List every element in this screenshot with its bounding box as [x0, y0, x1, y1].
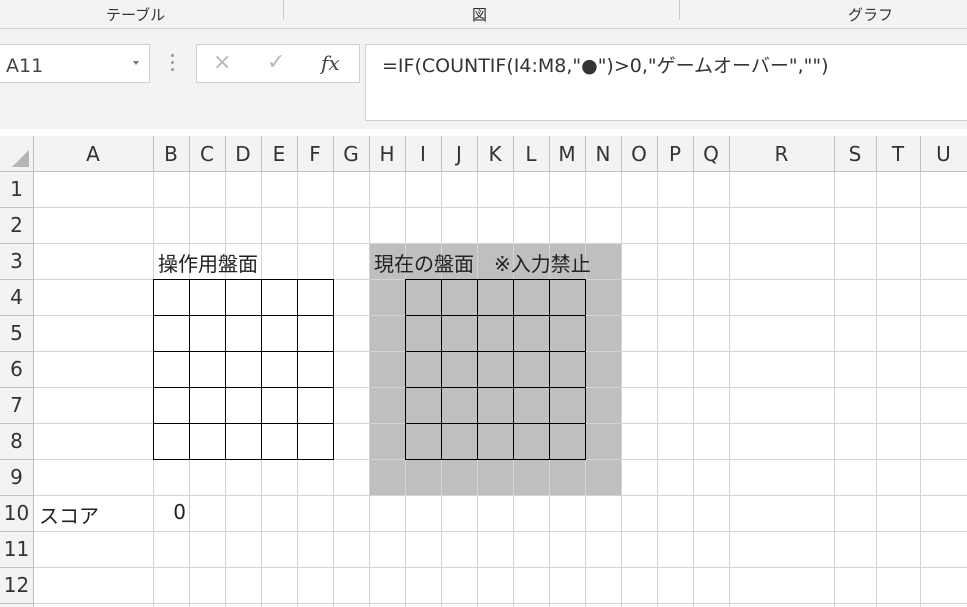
formula-text: =IF(COUNTIF(I4:M8,"●")>0,"ゲームオーバー",""): [382, 55, 829, 77]
row-header-1[interactable]: 1: [0, 177, 33, 201]
row-header-6[interactable]: 6: [0, 357, 33, 381]
cancel-icon[interactable]: ×: [213, 50, 231, 75]
grid-canvas: [0, 136, 967, 607]
drag-handle-icon[interactable]: [171, 54, 174, 74]
column-header-O[interactable]: O: [621, 142, 657, 166]
column-header-M[interactable]: M: [549, 142, 585, 166]
enter-icon[interactable]: ✓: [267, 50, 285, 75]
cell-A10[interactable]: スコア: [39, 500, 99, 529]
column-header-D[interactable]: D: [225, 142, 261, 166]
row-header-8[interactable]: 8: [0, 429, 33, 453]
column-header-H[interactable]: H: [369, 142, 405, 166]
column-header-G[interactable]: G: [333, 142, 369, 166]
row-header-5[interactable]: 5: [0, 321, 33, 345]
column-header-T[interactable]: T: [876, 142, 920, 166]
column-header-S[interactable]: S: [834, 142, 876, 166]
column-header-L[interactable]: L: [513, 142, 549, 166]
formula-buttons: × ✓ fx: [196, 44, 360, 83]
cell-H3[interactable]: 現在の盤面 ※入力禁止: [374, 248, 591, 277]
cell-B3[interactable]: 操作用盤面: [158, 248, 258, 277]
column-header-P[interactable]: P: [657, 142, 693, 166]
cell-B10[interactable]: 0: [153, 500, 186, 524]
row-header-9[interactable]: 9: [0, 465, 33, 489]
row-header-11[interactable]: 11: [0, 537, 33, 561]
column-header-A[interactable]: A: [33, 142, 153, 166]
column-header-U[interactable]: U: [920, 142, 967, 166]
row-header-12[interactable]: 12: [0, 573, 33, 597]
ribbon-separator: [283, 0, 284, 20]
column-header-N[interactable]: N: [585, 142, 621, 166]
column-header-R[interactable]: R: [729, 142, 834, 166]
ribbon-group-table: テーブル: [106, 6, 166, 24]
column-header-Q[interactable]: Q: [693, 142, 729, 166]
ribbon-group-chart: グラフ: [848, 6, 894, 24]
ribbon-separator: [679, 0, 680, 20]
column-header-C[interactable]: C: [189, 142, 225, 166]
formula-bar-area: A11 × ✓ fx =IF(COUNTIF(I4:M8,"●")>0,"ゲーム…: [0, 29, 967, 129]
column-header-B[interactable]: B: [153, 142, 189, 166]
row-header-10[interactable]: 10: [0, 501, 33, 525]
insert-function-button[interactable]: fx: [321, 51, 340, 75]
row-header-3[interactable]: 3: [0, 249, 33, 273]
column-header-J[interactable]: J: [441, 142, 477, 166]
operation-board[interactable]: [153, 279, 334, 460]
column-header-K[interactable]: K: [477, 142, 513, 166]
ribbon-group-illustration: 図: [472, 6, 488, 24]
name-box-value: A11: [6, 55, 44, 77]
ribbon-group-bar: テーブル 図 グラフ: [0, 0, 967, 29]
row-header-4[interactable]: 4: [0, 285, 33, 309]
row-header-2[interactable]: 2: [0, 213, 33, 237]
name-box[interactable]: A11: [0, 44, 150, 83]
chevron-down-icon[interactable]: [133, 61, 139, 65]
row-header-7[interactable]: 7: [0, 393, 33, 417]
current-board-area: [369, 243, 621, 495]
formula-input[interactable]: =IF(COUNTIF(I4:M8,"●")>0,"ゲームオーバー",""): [365, 44, 967, 121]
column-header-E[interactable]: E: [261, 142, 297, 166]
spreadsheet-grid[interactable]: ABCDEFGHIJKLMNOPQRSTU 1 2 3 4 5 6 7 8 9 10 11 12 操作…: [0, 136, 967, 607]
column-header-F[interactable]: F: [297, 142, 333, 166]
column-header-I[interactable]: I: [405, 142, 441, 166]
